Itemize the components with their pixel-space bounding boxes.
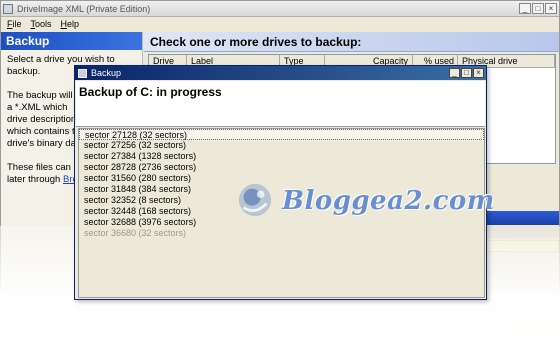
close-button[interactable]: × [545, 3, 557, 14]
list-item[interactable]: sector 36680 (32 sectors) [79, 228, 484, 239]
task-para-2-line-1: The backup will [7, 90, 73, 101]
maximize-button[interactable]: □ [532, 3, 544, 14]
list-item[interactable]: sector 27128 (32 sectors) [79, 129, 484, 140]
list-item[interactable]: sector 32688 (3976 sectors) [79, 217, 484, 228]
watermark-logo-icon [238, 183, 272, 217]
task-para-2-line-3: drive description [7, 114, 77, 125]
backup-dialog: Backup _ □ × Backup of C: in progress se… [74, 65, 487, 300]
dialog-app-icon [78, 68, 87, 78]
task-para-2-line-4: which contains t [7, 126, 75, 137]
list-item[interactable]: sector 31560 (280 sectors) [79, 173, 484, 184]
task-para-3-line-2: later through [7, 174, 61, 185]
task-para-2-line-5: drive's binary dat [7, 138, 79, 149]
dialog-title: Backup [91, 68, 122, 78]
list-item[interactable]: sector 27256 (32 sectors) [79, 140, 484, 151]
menu-bar: File Tools Help [1, 17, 559, 31]
window-title: DriveImage XML (Private Edition) [17, 3, 151, 14]
dialog-maximize-button[interactable]: □ [461, 68, 472, 78]
task-para-3-line-1: These files can b [7, 162, 79, 173]
main-title-bar: DriveImage XML (Private Edition) _ □ × [1, 1, 559, 17]
drive-panel-heading: Check one or more drives to backup: [144, 32, 559, 52]
list-item[interactable]: sector 27384 (1328 sectors) [79, 151, 484, 162]
dialog-status-area: Backup of C: in progress [76, 81, 485, 127]
backup-status: Backup of C: in progress [79, 85, 222, 99]
menu-help[interactable]: Help [61, 19, 80, 29]
dialog-title-bar: Backup _ □ × [75, 66, 486, 80]
menu-tools[interactable]: Tools [31, 19, 52, 29]
list-item[interactable]: sector 28728 (2736 sectors) [79, 162, 484, 173]
dialog-close-button[interactable]: × [473, 68, 484, 78]
app-icon [3, 3, 13, 14]
dialog-minimize-button[interactable]: _ [449, 68, 460, 78]
task-para-2-line-2: a *.XML which [7, 102, 68, 113]
watermark-text: Bloggea2.com [282, 186, 495, 216]
minimize-button[interactable]: _ [519, 3, 531, 14]
task-heading: Backup [1, 32, 142, 50]
menu-file[interactable]: File [7, 19, 22, 29]
